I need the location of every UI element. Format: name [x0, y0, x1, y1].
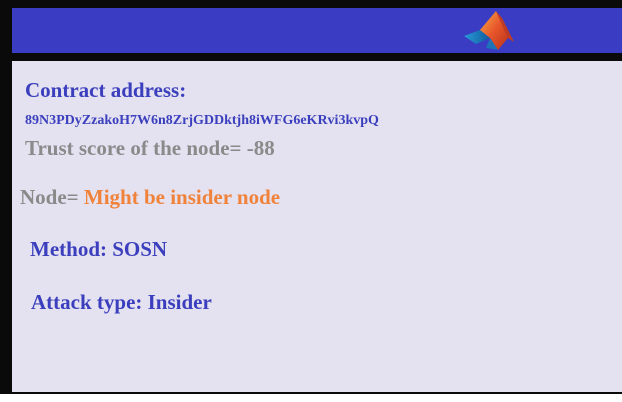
attack-type-text: Attack type: Insider	[31, 290, 212, 314]
contract-address-label: Contract address:	[25, 78, 187, 102]
node-label: Node=	[20, 185, 84, 209]
contract-address-value: 89N3PDyZzakoH7W6n8ZrjGDDktjh8iWFG6eKRvi3…	[25, 113, 379, 128]
app-window: Contract address: 89N3PDyZzakoH7W6n8ZrjG…	[0, 0, 622, 394]
header-bar	[12, 8, 622, 53]
node-status-value: Might be insider node	[83, 185, 281, 209]
method-text: Method: SOSN	[30, 237, 168, 261]
node-status-line: Node= Might be insider node	[20, 185, 280, 210]
trust-score-text: Trust score of the node= -88	[25, 136, 275, 160]
matlab-membrane-logo-icon	[464, 11, 514, 50]
result-panel: Contract address: 89N3PDyZzakoH7W6n8ZrjG…	[12, 61, 622, 392]
